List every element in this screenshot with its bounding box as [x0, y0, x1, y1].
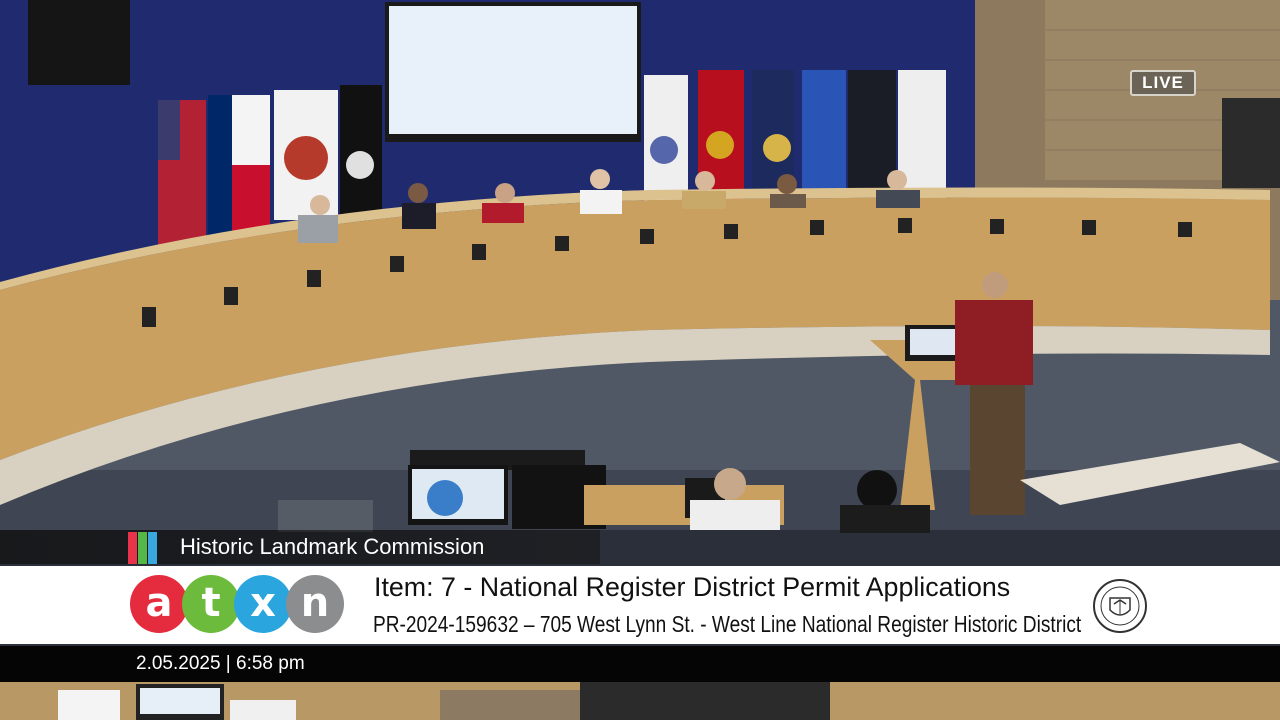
- city-of-austin-seal-icon: [1093, 579, 1147, 633]
- logo-letter-a: a: [130, 575, 188, 633]
- live-badge: LIVE: [1130, 70, 1196, 96]
- logo-letter-x: x: [234, 575, 292, 633]
- commission-name: Historic Landmark Commission: [180, 534, 485, 559]
- logo-letter-n: n: [286, 575, 344, 633]
- logo-letter-t: t: [182, 575, 240, 633]
- broadcast-timestamp: 2.05.2025 | 6:58 pm: [136, 653, 305, 674]
- agenda-item-title: Item: 7 - National Register District Per…: [374, 572, 1011, 602]
- agenda-case-line: PR-2024-159632 – 705 West Lynn St. - Wes…: [373, 611, 1082, 637]
- color-stripes: [128, 532, 166, 564]
- atxn-logo: a t x n: [130, 575, 350, 637]
